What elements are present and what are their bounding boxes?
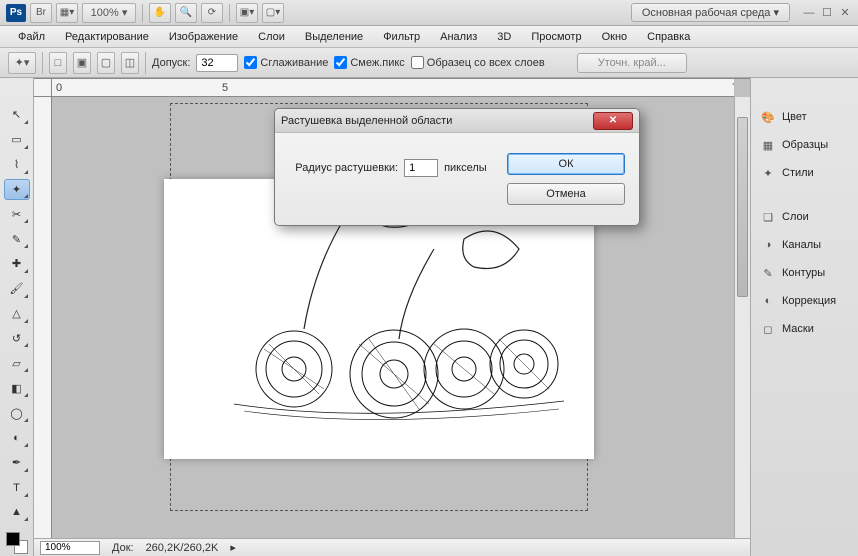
separator <box>145 52 146 74</box>
healing-brush-tool[interactable]: ✚ <box>4 253 30 275</box>
photoshop-logo-icon: Ps <box>6 4 26 22</box>
menu-view[interactable]: Просмотр <box>523 29 589 45</box>
selection-subtract-icon[interactable]: ▢ <box>97 52 115 74</box>
panel-masks[interactable]: ◻Маски <box>751 316 858 342</box>
status-chevron-icon[interactable]: ▸ <box>230 541 236 554</box>
selection-intersect-icon[interactable]: ◫ <box>121 52 139 74</box>
menu-image[interactable]: Изображение <box>161 29 246 45</box>
selection-add-icon[interactable]: ▣ <box>73 52 91 74</box>
clone-stamp-tool[interactable]: △ <box>4 303 30 325</box>
panel-channels[interactable]: ◑Каналы <box>751 232 858 258</box>
zoom-tool-icon[interactable]: 🔍 <box>175 3 197 23</box>
dialog-close-button[interactable]: ✕ <box>593 112 633 130</box>
panel-styles[interactable]: ✦Стили <box>751 160 858 186</box>
vertical-ruler[interactable] <box>34 97 52 538</box>
panel-dock: 🎨Цвет ▦Образцы ✦Стили ❏Слои ◑Каналы ✎Кон… <box>750 78 858 556</box>
dodge-tool[interactable]: ◐ <box>4 427 30 449</box>
vertical-scrollbar[interactable] <box>734 97 750 538</box>
magic-wand-tool[interactable]: ✦ <box>4 179 30 201</box>
doc-size-value: 260,2K/260,2K <box>146 542 219 554</box>
zoom-level-dropdown[interactable]: 100% ▾ <box>82 3 136 23</box>
rotate-view-icon[interactable]: ⟳ <box>201 3 223 23</box>
pen-tool[interactable]: ✒ <box>4 452 30 474</box>
panel-paths[interactable]: ✎Контуры <box>751 260 858 286</box>
application-bar: Ps Br ▦▾ 100% ▾ ✋ 🔍 ⟳ ▣▾ ▢▾ Основная раб… <box>0 0 858 26</box>
type-tool[interactable]: T <box>4 477 30 499</box>
menu-analysis[interactable]: Анализ <box>432 29 485 45</box>
bridge-button[interactable]: Br <box>30 3 52 23</box>
swatches-icon: ▦ <box>760 138 776 152</box>
layers-icon: ❏ <box>760 210 776 224</box>
channels-icon: ◑ <box>760 238 776 252</box>
ruler-origin[interactable] <box>34 79 52 97</box>
panel-swatches[interactable]: ▦Образцы <box>751 132 858 158</box>
eyedropper-tool[interactable]: ✎ <box>4 228 30 250</box>
masks-icon: ◻ <box>760 322 776 336</box>
menu-help[interactable]: Справка <box>639 29 698 45</box>
maximize-icon[interactable]: ☐ <box>820 6 834 20</box>
menu-bar: Файл Редактирование Изображение Слои Выд… <box>0 26 858 48</box>
feather-radius-input[interactable] <box>404 159 438 177</box>
refine-edge-button[interactable]: Уточн. край... <box>577 53 687 73</box>
menu-file[interactable]: Файл <box>10 29 53 45</box>
panel-adjustments[interactable]: ◐Коррекция <box>751 288 858 314</box>
mini-bridge-button[interactable]: ▦▾ <box>56 3 78 23</box>
status-bar: Док: 260,2K/260,2K ▸ <box>34 538 750 556</box>
styles-icon: ✦ <box>760 166 776 180</box>
menu-layer[interactable]: Слои <box>250 29 293 45</box>
contiguous-checkbox[interactable]: Смеж.пикс <box>334 56 404 69</box>
horizontal-ruler[interactable]: 0 5 7 <box>52 79 734 97</box>
separator <box>229 4 230 22</box>
feather-unit-label: пикселы <box>444 162 487 174</box>
adjustments-icon: ◐ <box>760 294 776 308</box>
selection-new-icon[interactable]: □ <box>49 52 67 74</box>
workspace-switcher[interactable]: Основная рабочая среда ▾ <box>631 3 790 22</box>
separator <box>142 4 143 22</box>
paths-icon: ✎ <box>760 266 776 280</box>
ok-button[interactable]: ОК <box>507 153 625 175</box>
dialog-title: Растушевка выделенной области <box>281 115 593 127</box>
menu-window[interactable]: Окно <box>594 29 636 45</box>
arrange-documents-icon[interactable]: ▣▾ <box>236 3 258 23</box>
menu-filter[interactable]: Фильтр <box>375 29 428 45</box>
zoom-input[interactable] <box>40 541 100 555</box>
antialias-checkbox[interactable]: Сглаживание <box>244 56 328 69</box>
blur-tool[interactable]: ◯ <box>4 402 30 424</box>
toolbox: ↖ ▭ ⌇ ✦ ✂ ✎ ✚ 🖌 △ ↺ ▱ ◧ ◯ ◐ ✒ T ▲ <box>0 78 34 556</box>
foreground-background-colors[interactable] <box>4 530 30 556</box>
separator <box>42 52 43 74</box>
options-bar: ✦▾ □ ▣ ▢ ◫ Допуск: Сглаживание Смеж.пикс… <box>0 48 858 78</box>
panel-color[interactable]: 🎨Цвет <box>751 104 858 130</box>
crop-tool[interactable]: ✂ <box>4 203 30 225</box>
path-selection-tool[interactable]: ▲ <box>4 502 30 524</box>
hand-tool-icon[interactable]: ✋ <box>149 3 171 23</box>
history-brush-tool[interactable]: ↺ <box>4 328 30 350</box>
marquee-tool[interactable]: ▭ <box>4 129 30 151</box>
brush-tool[interactable]: 🖌 <box>4 278 30 300</box>
palette-icon: 🎨 <box>760 110 776 124</box>
tolerance-input[interactable] <box>196 54 238 72</box>
doc-size-label: Док: <box>112 542 134 554</box>
menu-3d[interactable]: 3D <box>489 29 519 45</box>
menu-edit[interactable]: Редактирование <box>57 29 157 45</box>
minimize-icon[interactable]: — <box>802 6 816 20</box>
sample-all-layers-checkbox[interactable]: Образец со всех слоев <box>411 56 545 69</box>
lasso-tool[interactable]: ⌇ <box>4 154 30 176</box>
move-tool[interactable]: ↖ <box>4 104 30 126</box>
dialog-titlebar[interactable]: Растушевка выделенной области ✕ <box>275 109 639 133</box>
feather-selection-dialog: Растушевка выделенной области ✕ Радиус р… <box>274 108 640 226</box>
cancel-button[interactable]: Отмена <box>507 183 625 205</box>
feather-radius-label: Радиус растушевки: <box>295 162 398 174</box>
tolerance-label: Допуск: <box>152 57 190 69</box>
close-icon[interactable]: ✕ <box>838 6 852 20</box>
panel-layers[interactable]: ❏Слои <box>751 204 858 230</box>
current-tool-icon[interactable]: ✦▾ <box>8 52 36 74</box>
gradient-tool[interactable]: ◧ <box>4 377 30 399</box>
scrollbar-thumb[interactable] <box>737 117 748 297</box>
eraser-tool[interactable]: ▱ <box>4 352 30 374</box>
screen-mode-icon[interactable]: ▢▾ <box>262 3 284 23</box>
menu-select[interactable]: Выделение <box>297 29 371 45</box>
